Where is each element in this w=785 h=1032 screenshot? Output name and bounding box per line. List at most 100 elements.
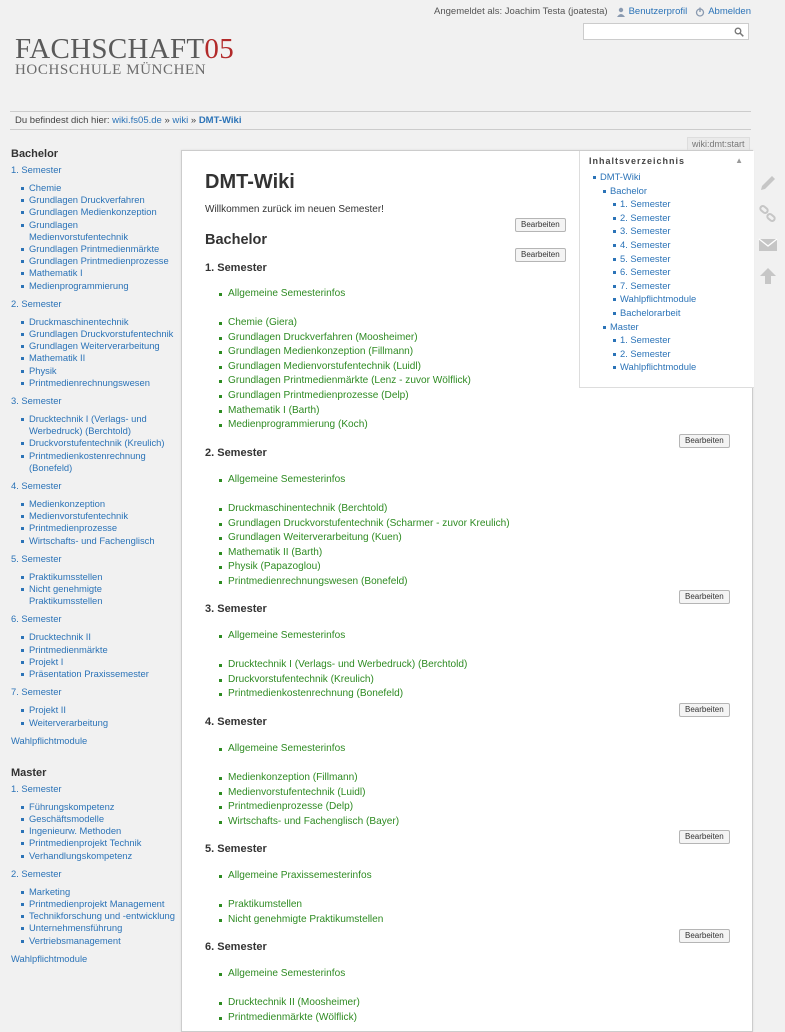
backlinks-icon[interactable] <box>758 204 778 224</box>
section-info-link[interactable]: Allgemeine Semesterinfos <box>218 742 399 757</box>
toc-item[interactable]: Wahlpflichtmodule <box>613 292 754 306</box>
toc-toggle-icon[interactable]: ▲ <box>735 156 744 165</box>
sidebar-item[interactable]: Vertriebsmanagement <box>20 935 176 947</box>
course-link[interactable]: Mathematik II (Barth) <box>219 546 510 561</box>
toc-item[interactable]: 7. Semester <box>613 279 754 293</box>
sidebar-item[interactable]: Printmedienrechnungswesen <box>20 377 176 389</box>
sidebar-item[interactable]: Präsentation Praxissemester <box>20 668 176 680</box>
toc-item[interactable]: Wahlpflichtmodule <box>613 360 754 374</box>
course-link[interactable]: Printmedienmärkte (Wölflick) <box>219 1011 360 1026</box>
sidebar-item[interactable]: Physik <box>20 365 176 377</box>
course-link[interactable]: Druckmaschinentechnik (Berchtold) <box>219 502 510 517</box>
course-link[interactable]: Printmedienkostenrechnung (Bonefeld) <box>218 687 467 702</box>
sidebar-semester-link[interactable]: 5. Semester <box>11 553 176 565</box>
course-link[interactable]: Printmedienrechnungswesen (Bonefeld) <box>219 575 510 590</box>
sidebar-wahlpflicht-link[interactable]: Wahlpflichtmodule <box>11 953 176 965</box>
course-link[interactable]: Chemie (Giera) <box>219 316 471 331</box>
search-icon[interactable] <box>734 27 744 37</box>
sidebar-semester-link[interactable]: 6. Semester <box>11 613 176 625</box>
breadcrumb-current[interactable]: DMT-Wiki <box>199 115 242 126</box>
sidebar-semester-link[interactable]: 7. Semester <box>11 686 176 698</box>
course-link[interactable]: Grundlagen Weiterverarbeitung (Kuen) <box>219 531 510 546</box>
course-link[interactable]: Mathematik I (Barth) <box>219 404 471 419</box>
course-link[interactable]: Medienkonzeption (Fillmann) <box>218 771 399 786</box>
sidebar-item[interactable]: Printmedienprojekt Technik <box>20 837 176 849</box>
sidebar-item[interactable]: Druckvorstufentechnik (Kreulich) <box>20 437 176 449</box>
sidebar-item[interactable]: Printmedienkostenrechnung (Bonefeld) <box>20 450 176 474</box>
course-link[interactable]: Medienvorstufentechnik (Luidl) <box>218 786 399 801</box>
course-link[interactable]: Grundlagen Druckverfahren (Moosheimer) <box>219 331 471 346</box>
course-link[interactable]: Drucktechnik I (Verlags- und Werbedruck)… <box>218 658 467 673</box>
sidebar-item[interactable]: Mathematik II <box>20 352 176 364</box>
sidebar-item[interactable]: Ingenieurw. Methoden <box>20 825 176 837</box>
course-link[interactable]: Wirtschafts- und Fachenglisch (Bayer) <box>218 815 399 830</box>
sidebar-semester-link[interactable]: 3. Semester <box>11 395 176 407</box>
sidebar-item[interactable]: Weiterverarbeitung <box>20 717 176 729</box>
section-info-link[interactable]: Allgemeine Semesterinfos <box>218 629 467 644</box>
edit-button[interactable]: Bearbeiten <box>679 830 730 844</box>
toc-item[interactable]: DMT-Wiki <box>593 170 754 184</box>
section-info-link[interactable]: Allgemeine Praxissemesterinfos <box>218 869 383 884</box>
sidebar-item[interactable]: Drucktechnik I (Verlags- und Werbedruck)… <box>20 413 176 437</box>
toc-item[interactable]: Master <box>603 320 754 334</box>
sidebar-wahlpflicht-link[interactable]: Wahlpflichtmodule <box>11 735 176 747</box>
sidebar-item[interactable]: Grundlagen Druckverfahren <box>20 194 176 206</box>
sidebar-item[interactable]: Printmedienprojekt Management <box>20 898 176 910</box>
sidebar-item[interactable]: Druckmaschinentechnik <box>20 316 176 328</box>
sidebar-item[interactable]: Medienkonzeption <box>20 498 176 510</box>
course-link[interactable]: Grundlagen Printmedienmärkte (Lenz - zuv… <box>219 374 471 389</box>
sidebar-item[interactable]: Grundlagen Weiterverarbeitung <box>20 340 176 352</box>
sidebar-item[interactable]: Praktikumsstellen <box>20 571 176 583</box>
sidebar-item[interactable]: Mathematik I <box>20 267 176 279</box>
edit-button[interactable]: Bearbeiten <box>679 929 730 943</box>
sidebar-item[interactable]: Chemie <box>20 182 176 194</box>
sidebar-item[interactable]: Geschäftsmodelle <box>20 813 176 825</box>
section-info-link[interactable]: Allgemeine Semesterinfos <box>219 473 510 488</box>
sidebar-item[interactable]: Projekt I <box>20 656 176 668</box>
course-link[interactable]: Physik (Papazoglou) <box>219 560 510 575</box>
subscribe-mail-icon[interactable] <box>758 235 778 255</box>
sidebar-semester-link[interactable]: 2. Semester <box>11 298 176 310</box>
edit-button[interactable]: Bearbeiten <box>515 248 566 262</box>
course-link[interactable]: Grundlagen Printmedienprozesse (Delp) <box>219 389 471 404</box>
edit-pencil-icon[interactable] <box>758 173 778 193</box>
sidebar-semester-link[interactable]: 1. Semester <box>11 164 176 176</box>
search-input[interactable] <box>583 23 749 40</box>
toc-item[interactable]: Bachelor <box>603 184 754 198</box>
toc-item[interactable]: 6. Semester <box>613 265 754 279</box>
course-link[interactable]: Grundlagen Druckvorstufentechnik (Scharm… <box>219 517 510 532</box>
sidebar-item[interactable]: Grundlagen Printmedienprozesse <box>20 255 176 267</box>
edit-button[interactable]: Bearbeiten <box>679 434 730 448</box>
course-link[interactable]: Medienprogrammierung (Koch) <box>219 418 471 433</box>
course-link[interactable]: Nicht genehmigte Praktikumstellen <box>218 913 383 928</box>
sidebar-item[interactable]: Medienvorstufentechnik <box>20 510 176 522</box>
course-link[interactable]: Printmedienprozesse (Delp) <box>218 800 399 815</box>
edit-button[interactable]: Bearbeiten <box>679 703 730 717</box>
sidebar-item[interactable]: Grundlagen Medienvorstufentechnik <box>20 219 176 243</box>
sidebar-semester-link[interactable]: 1. Semester <box>11 783 176 795</box>
logout-link[interactable]: Abmelden <box>695 6 751 17</box>
sidebar-item[interactable]: Marketing <box>20 886 176 898</box>
breadcrumb-home[interactable]: wiki.fs05.de <box>112 115 162 126</box>
sidebar-item[interactable]: Medienprogrammierung <box>20 280 176 292</box>
sidebar-item[interactable]: Printmedienmärkte <box>20 644 176 656</box>
edit-button[interactable]: Bearbeiten <box>515 218 566 232</box>
course-link[interactable]: Grundlagen Medienvorstufentechnik (Luidl… <box>219 360 471 375</box>
toc-item[interactable]: 1. Semester <box>613 197 754 211</box>
sidebar-item[interactable]: Printmedienprozesse <box>20 522 176 534</box>
sidebar-item[interactable]: Grundlagen Printmedienmärkte <box>20 243 176 255</box>
toc-item[interactable]: 5. Semester <box>613 252 754 266</box>
sidebar-item[interactable]: Projekt II <box>20 704 176 716</box>
course-link[interactable]: Drucktechnik II (Moosheimer) <box>219 996 360 1011</box>
back-to-top-icon[interactable] <box>758 266 778 286</box>
sidebar-semester-link[interactable]: 2. Semester <box>11 868 176 880</box>
section-info-link[interactable]: Allgemeine Semesterinfos <box>219 967 360 982</box>
sidebar-item[interactable]: Technikforschung und -entwicklung <box>20 910 176 922</box>
profile-link[interactable]: Benutzerprofil <box>616 6 687 17</box>
toc-item[interactable]: 3. Semester <box>613 224 754 238</box>
course-link[interactable]: Praktikumstellen <box>218 898 383 913</box>
toc-item[interactable]: Bachelorarbeit <box>613 306 754 320</box>
toc-item[interactable]: 2. Semester <box>613 211 754 225</box>
toc-item[interactable]: 1. Semester <box>613 333 754 347</box>
sidebar-item[interactable]: Drucktechnik II <box>20 631 176 643</box>
